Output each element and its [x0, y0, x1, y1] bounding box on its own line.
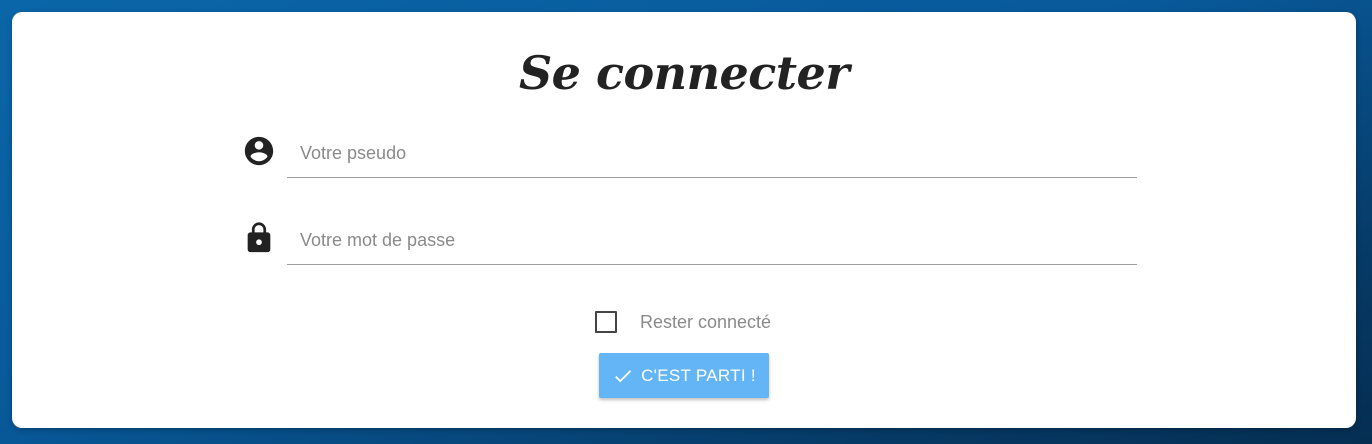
- remember-me-label[interactable]: Rester connecté: [640, 312, 771, 333]
- remember-me-checkbox[interactable]: [595, 311, 617, 333]
- page-title: Se connecter: [518, 46, 850, 100]
- submit-button[interactable]: C'EST PARTI !: [599, 353, 769, 398]
- password-input[interactable]: [287, 217, 1137, 265]
- remember-me-checkbox-group[interactable]: Rester connecté: [595, 311, 771, 333]
- account-circle-icon: [240, 132, 278, 170]
- submit-button-label: C'EST PARTI !: [641, 365, 756, 385]
- password-row: [240, 217, 1138, 267]
- lock-icon: [240, 219, 278, 257]
- check-icon: [612, 365, 634, 387]
- login-card: Se connecter Rester connecté C'EST PARTI…: [12, 12, 1356, 428]
- username-input[interactable]: [287, 130, 1137, 178]
- username-row: [240, 130, 1138, 180]
